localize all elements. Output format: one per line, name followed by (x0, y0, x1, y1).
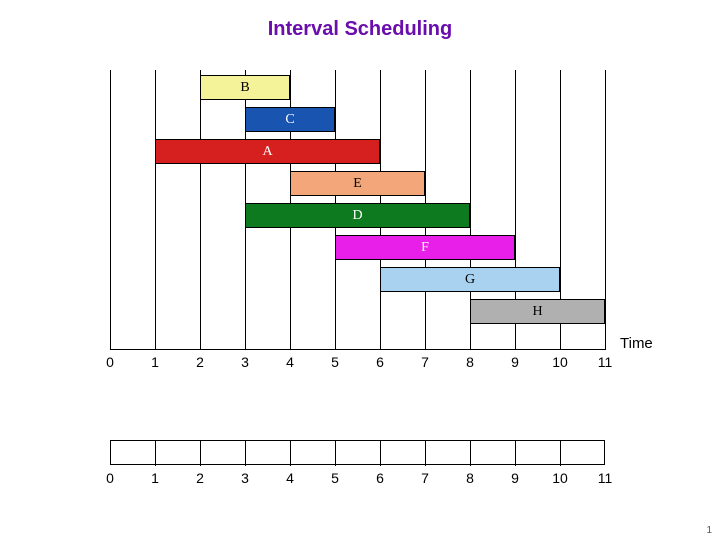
baseline (110, 349, 605, 350)
tick-label: 3 (235, 354, 255, 370)
result-tick-label: 1 (145, 470, 165, 486)
result-tick-label: 5 (325, 470, 345, 486)
gridline (110, 70, 111, 350)
tick-label: 9 (505, 354, 525, 370)
interval-G: G (380, 267, 560, 292)
tick-label: 0 (100, 354, 120, 370)
result-tick-label: 7 (415, 470, 435, 486)
tick-label: 7 (415, 354, 435, 370)
interval-chart: 01234567891011 BCAEDFGH (110, 70, 605, 360)
page-title: Interval Scheduling (0, 0, 720, 41)
tick-label: 10 (550, 354, 570, 370)
result-cell-divider (200, 441, 201, 466)
tick-label: 4 (280, 354, 300, 370)
interval-F: F (335, 235, 515, 260)
result-tick-label: 0 (100, 470, 120, 486)
slide-number: 1 (706, 525, 712, 536)
interval-H: H (470, 299, 605, 324)
result-tick-label: 2 (190, 470, 210, 486)
interval-E: E (290, 171, 425, 196)
result-tick-label: 4 (280, 470, 300, 486)
tick-label: 1 (145, 354, 165, 370)
result-tick-label: 6 (370, 470, 390, 486)
interval-C: C (245, 107, 335, 132)
interval-A: A (155, 139, 380, 164)
result-tick-label: 10 (550, 470, 570, 486)
tick-label: 2 (190, 354, 210, 370)
result-tick-label: 8 (460, 470, 480, 486)
result-tick-label: 3 (235, 470, 255, 486)
result-strip-box (110, 440, 605, 465)
gridline (605, 70, 606, 350)
tick-label: 11 (595, 354, 615, 370)
result-cell-divider (335, 441, 336, 466)
result-cell-divider (470, 441, 471, 466)
tick-label: 8 (460, 354, 480, 370)
result-cell-divider (560, 441, 561, 466)
result-cell-divider (380, 441, 381, 466)
result-cell-divider (290, 441, 291, 466)
result-cell-divider (425, 441, 426, 466)
axis-label-time: Time (620, 335, 653, 352)
result-tick-label: 11 (595, 470, 615, 486)
result-cell-divider (245, 441, 246, 466)
gridline (200, 70, 201, 350)
tick-label: 6 (370, 354, 390, 370)
result-strip: 01234567891011 (110, 440, 605, 500)
tick-label: 5 (325, 354, 345, 370)
interval-B: B (200, 75, 290, 100)
result-cell-divider (515, 441, 516, 466)
interval-D: D (245, 203, 470, 228)
gridline (155, 70, 156, 350)
result-tick-label: 9 (505, 470, 525, 486)
result-cell-divider (155, 441, 156, 466)
